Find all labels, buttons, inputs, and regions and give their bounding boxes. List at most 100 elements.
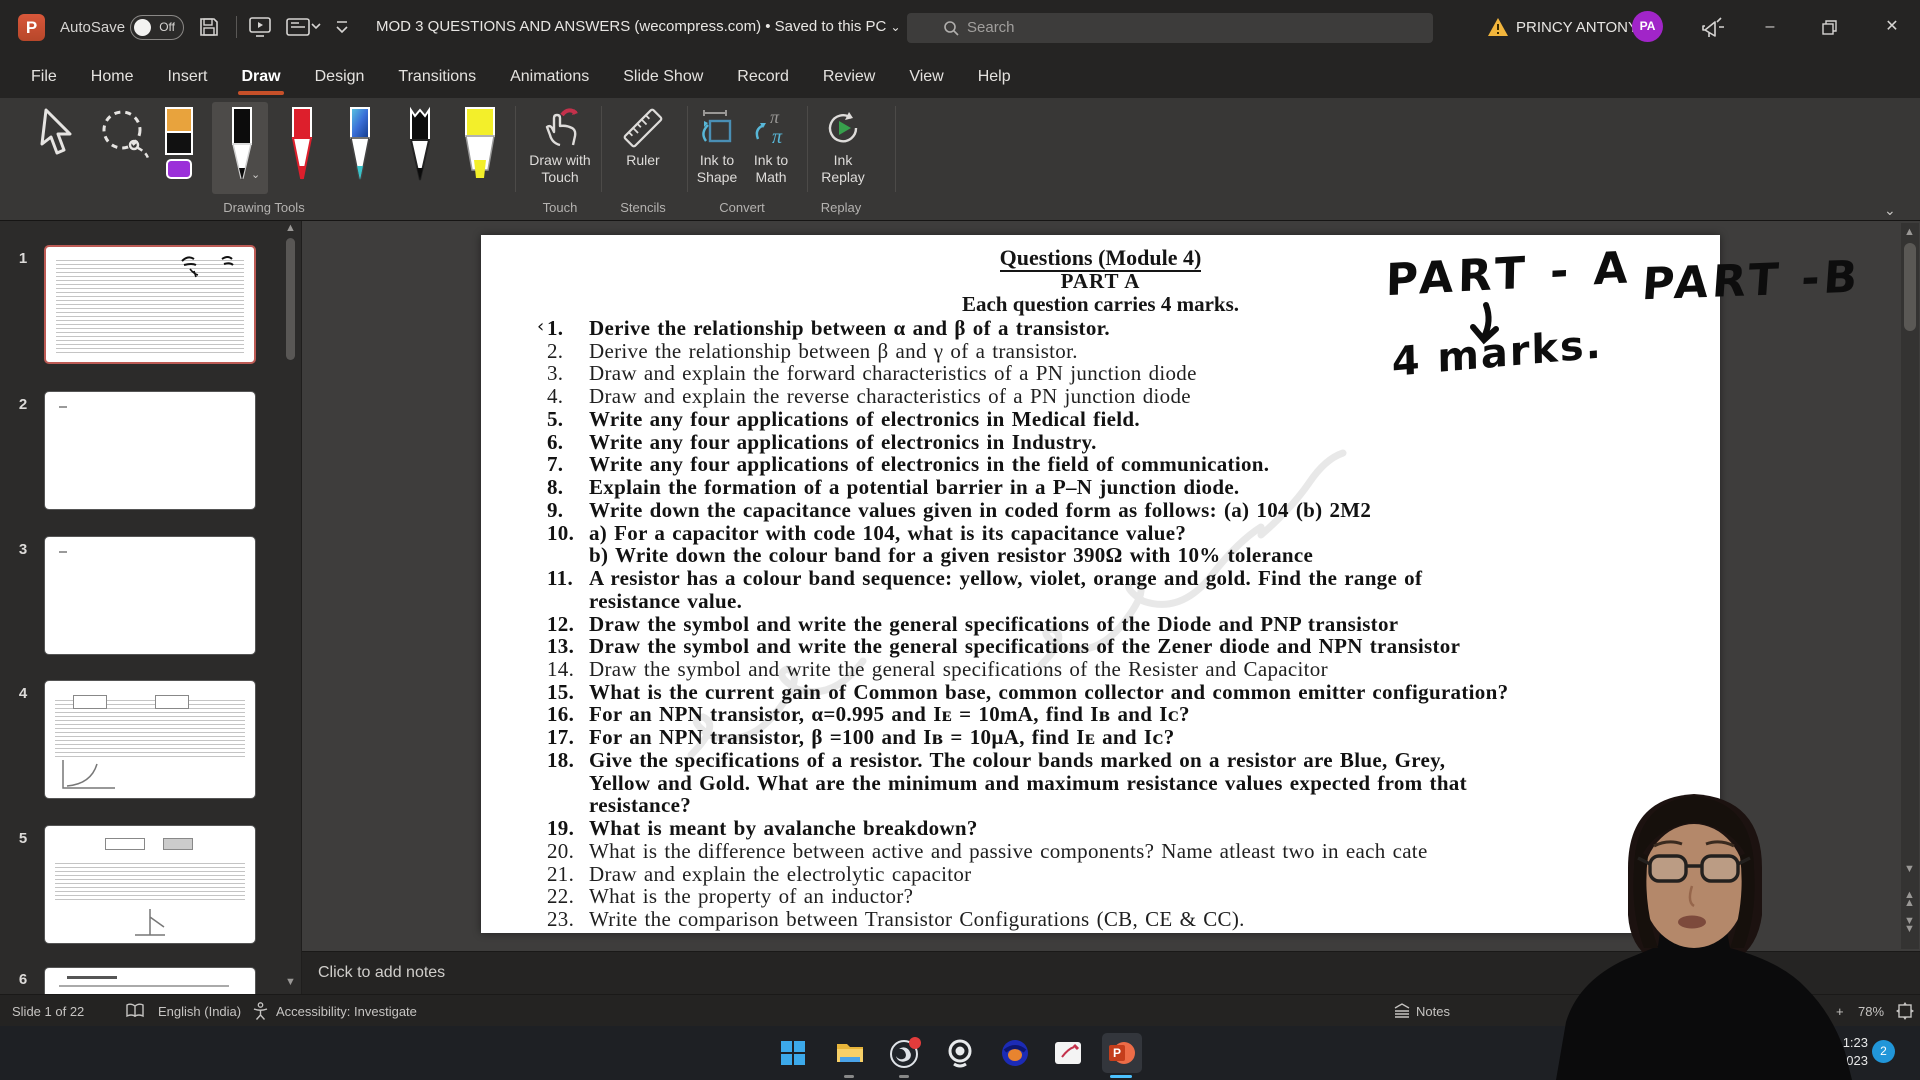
question-line: Yellow and Gold. What are the minimum an…: [547, 771, 1712, 794]
slide-thumbnail-2[interactable]: [44, 391, 256, 510]
close-button[interactable]: ✕: [1876, 12, 1908, 44]
taskbar-camera-app[interactable]: [940, 1033, 980, 1073]
collapse-ribbon-icon[interactable]: ⌄: [1884, 202, 1896, 219]
question-line: 5.Write any four applications of electro…: [547, 407, 1712, 430]
menu-tab-file[interactable]: File: [14, 55, 74, 98]
zoom-out-button[interactable]: −: [1815, 1004, 1823, 1019]
coming-soon-megaphone-icon[interactable]: [1700, 15, 1726, 41]
accessibility-status[interactable]: Accessibility: Investigate: [276, 1004, 417, 1019]
notes-placeholder[interactable]: Click to add notes: [318, 964, 445, 982]
scrollbar-thumb[interactable]: [1904, 243, 1916, 331]
taskbar-date[interactable]: 30-05-2023: [1802, 1053, 1869, 1068]
title-bar: P AutoSave Off MOD 3 QUESTIONS AND ANSWE…: [0, 0, 1920, 55]
ruler-button[interactable]: Ruler: [605, 104, 681, 169]
powerpoint-logo-icon[interactable]: P: [18, 14, 45, 41]
save-icon[interactable]: [198, 16, 220, 38]
slide-thumbnail-5[interactable]: [44, 825, 256, 944]
autosave-toggle[interactable]: Off: [130, 15, 184, 40]
menu-tab-home[interactable]: Home: [74, 55, 151, 98]
scrollbar-thumb[interactable]: [286, 238, 295, 360]
slide-thumbnail-3[interactable]: [44, 536, 256, 655]
pencil-icon[interactable]: [400, 106, 440, 186]
slide-scrollbar[interactable]: ▲ ▼ ▲▲ ▼▼: [1901, 223, 1919, 949]
scroll-down-icon[interactable]: ▼: [1903, 863, 1916, 875]
galaxy-pen-icon[interactable]: [340, 106, 380, 186]
taskbar-powerpoint[interactable]: P: [1102, 1033, 1142, 1073]
taskbar-meet-app[interactable]: [995, 1033, 1035, 1073]
slide-thumbnail-4[interactable]: [44, 680, 256, 799]
select-cursor-icon[interactable]: [36, 106, 80, 158]
avatar[interactable]: PA: [1632, 11, 1663, 42]
question-line: 6.Write any four applications of electro…: [547, 430, 1712, 453]
meet-app-icon: [1000, 1038, 1030, 1068]
menu-tab-transitions[interactable]: Transitions: [381, 55, 493, 98]
menu-tab-insert[interactable]: Insert: [150, 55, 224, 98]
question-list: 1.Derive the relationship between α and …: [547, 316, 1712, 930]
taskbar-obs-studio[interactable]: [885, 1033, 925, 1073]
warning-icon[interactable]: [1487, 17, 1509, 37]
next-slide-button[interactable]: ▼▼: [1903, 917, 1916, 933]
ink-to-math-icon: π π: [750, 107, 792, 149]
menu-tab-slide-show[interactable]: Slide Show: [606, 55, 720, 98]
slide-thumbnail-1[interactable]: [44, 245, 256, 364]
menu-bar: FileHomeInsertDrawDesignTransitionsAnima…: [0, 55, 1920, 98]
accessibility-icon[interactable]: [252, 1002, 269, 1020]
ink-replay-button[interactable]: Ink Replay: [805, 104, 881, 186]
svg-text:P: P: [1113, 1046, 1121, 1060]
menu-tab-animations[interactable]: Animations: [493, 55, 606, 98]
svg-text:π: π: [770, 107, 780, 127]
scroll-up-icon[interactable]: ▲: [284, 222, 297, 234]
menu-tab-review[interactable]: Review: [806, 55, 892, 98]
question-line: 9.Write down the capacitance values give…: [547, 498, 1712, 521]
question-line: resistance value.: [547, 589, 1712, 612]
taskbar-language[interactable]: IN: [1640, 1057, 1652, 1071]
question-line: 11.A resistor has a colour band sequence…: [547, 566, 1712, 589]
group-label-drawing-tools: Drawing Tools: [204, 200, 324, 215]
taskbar-start-button[interactable]: [773, 1033, 813, 1073]
scroll-down-icon[interactable]: ▼: [284, 976, 297, 988]
pen-dropdown-chevron-icon[interactable]: ⌄: [251, 168, 260, 181]
active-indicator: [1110, 1075, 1132, 1078]
red-pen-icon[interactable]: [282, 106, 322, 186]
scroll-up-icon[interactable]: ▲: [1903, 226, 1916, 238]
menu-tab-design[interactable]: Design: [298, 55, 382, 98]
minimize-button[interactable]: –: [1754, 12, 1786, 44]
question-line: resistance?: [547, 793, 1712, 816]
thumbnail-content: [67, 976, 117, 979]
user-name[interactable]: PRINCY ANTONY: [1516, 19, 1638, 36]
lasso-select-icon[interactable]: [96, 106, 152, 162]
thumbnail-scrollbar[interactable]: ▲ ▼: [284, 228, 297, 988]
notification-badge[interactable]: 2: [1872, 1040, 1895, 1063]
menu-tab-draw[interactable]: Draw: [224, 55, 297, 98]
taskbar-whiteboard-app[interactable]: [1048, 1033, 1088, 1073]
search-input[interactable]: Search: [907, 13, 1433, 43]
slide-thumbnail-6[interactable]: [44, 967, 256, 994]
zoom-level[interactable]: 78%: [1858, 1004, 1884, 1019]
previous-slide-button[interactable]: ▲▲: [1903, 891, 1916, 907]
start-presentation-icon[interactable]: [248, 16, 272, 38]
draw-with-touch-button[interactable]: Draw with Touch: [522, 104, 598, 186]
menu-tab-record[interactable]: Record: [720, 55, 806, 98]
quick-access-chevron-icon[interactable]: [334, 19, 350, 35]
notes-toggle[interactable]: Notes: [1416, 1004, 1450, 1019]
language-indicator[interactable]: English (India): [158, 1004, 241, 1019]
slide-indicator[interactable]: Slide 1 of 22: [12, 1004, 84, 1019]
spellcheck-book-icon[interactable]: [126, 1003, 144, 1019]
fit-to-window-icon[interactable]: [1896, 1002, 1914, 1020]
yellow-highlighter-icon[interactable]: [458, 106, 502, 186]
windows-start-icon: [780, 1040, 806, 1066]
slide-canvas[interactable]: Questions (Module 4) PART A Each questio…: [481, 235, 1720, 933]
eraser-icon[interactable]: [162, 106, 196, 184]
restore-button[interactable]: [1822, 20, 1837, 35]
taskbar-file-explorer[interactable]: [830, 1033, 870, 1073]
slide-layout-icon[interactable]: [286, 17, 322, 37]
menu-tab-help[interactable]: Help: [961, 55, 1028, 98]
taskbar-clock[interactable]: 1:23: [1843, 1035, 1868, 1050]
zoom-in-button[interactable]: +: [1836, 1004, 1844, 1019]
question-line: 2.Derive the relationship between β and …: [547, 339, 1712, 362]
notes-pane[interactable]: Click to add notes: [302, 951, 1920, 994]
webcam-app-icon: [945, 1038, 975, 1068]
menu-tab-view[interactable]: View: [892, 55, 960, 98]
ink-to-math-button[interactable]: π π Ink to Math: [733, 104, 809, 186]
document-title[interactable]: MOD 3 QUESTIONS AND ANSWERS (wecompress.…: [376, 18, 901, 35]
